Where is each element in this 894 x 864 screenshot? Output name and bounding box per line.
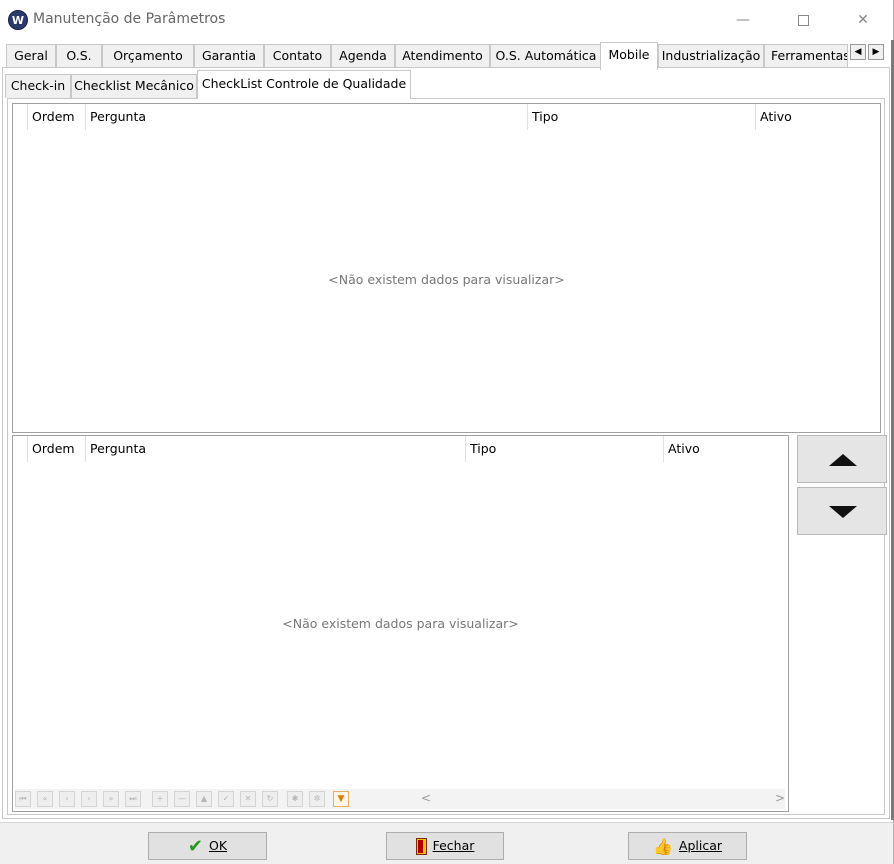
tab-os[interactable]: O.S. (56, 44, 102, 68)
main-tab-strip: Geral O.S. Orçamento Garantia Contato Ag… (2, 42, 890, 70)
tab-label: Geral (14, 48, 48, 63)
refresh-icon[interactable]: ↻ (262, 791, 278, 807)
insert-icon[interactable]: + (152, 791, 168, 807)
move-up-button[interactable] (797, 435, 887, 483)
tab-label: Orçamento (113, 48, 183, 63)
bookmark-icon[interactable]: ✱ (287, 791, 303, 807)
ok-button[interactable]: ✔ OK (148, 832, 267, 860)
triangle-up-icon (829, 454, 857, 466)
minimize-button[interactable]: — (720, 0, 766, 40)
minimize-icon: — (736, 12, 750, 28)
tab-atendimento[interactable]: Atendimento (395, 44, 490, 68)
tab-label: O.S. (66, 48, 92, 63)
title-bar: W Manutenção de Parâmetros — ✕ (0, 0, 893, 40)
subtab-label: Checklist Mecânico (74, 78, 194, 93)
tab-ferramentas[interactable]: Ferramentas (764, 44, 848, 68)
triangle-down-icon (829, 506, 857, 518)
close-label: Fechar (432, 838, 475, 853)
subtab-label: Check-in (10, 78, 66, 93)
apply-button[interactable]: 👍 Aplicar (628, 832, 747, 860)
next-icon[interactable]: › (81, 791, 97, 807)
scroll-left-icon[interactable]: < (421, 791, 431, 805)
tab-label: Agenda (339, 48, 387, 63)
delete-icon[interactable]: — (174, 791, 190, 807)
column-header-ativo[interactable]: Ativo (663, 436, 783, 462)
tab-label: Atendimento (402, 48, 483, 63)
dialog-button-bar: ✔ OK Fechar 👍 Aplicar (0, 822, 893, 864)
edit-icon[interactable]: ▲ (196, 791, 212, 807)
tab-garantia[interactable]: Garantia (194, 44, 264, 68)
subtab-checklist-mecanico[interactable]: Checklist Mecânico (71, 74, 197, 98)
tab-label: O.S. Automática (495, 48, 597, 63)
cancel-icon[interactable]: ✕ (240, 791, 256, 807)
next-page-icon[interactable]: » (103, 791, 119, 807)
filter-icon[interactable]: ▼ (333, 791, 349, 807)
checklist-qualidade-panel: Ordem Pergunta Tipo Ativo <Não existem d… (7, 98, 887, 815)
maximize-icon (797, 14, 809, 26)
vw-logo-icon: W (8, 10, 28, 30)
post-icon[interactable]: ✓ (218, 791, 234, 807)
subtab-label: CheckList Controle de Qualidade (201, 76, 407, 91)
ok-label: OK (209, 838, 228, 853)
subtab-check-in[interactable]: Check-in (5, 74, 71, 98)
check-icon: ✔ (187, 835, 204, 857)
apply-label: Aplicar (678, 838, 723, 853)
tab-geral[interactable]: Geral (6, 44, 56, 68)
last-icon[interactable]: ⏭ (125, 791, 141, 807)
close-icon: ✕ (857, 12, 869, 28)
thumbs-up-icon: 👍 (652, 836, 673, 856)
tab-scroll-left-icon[interactable]: ◀ (850, 44, 866, 60)
tab-orcamento[interactable]: Orçamento (102, 44, 194, 68)
tab-mobile[interactable]: Mobile (600, 42, 658, 70)
column-header-pergunta[interactable]: Pergunta (85, 104, 527, 130)
column-header-tipo[interactable]: Tipo (465, 436, 663, 462)
grid-header: Ordem Pergunta Tipo Ativo (13, 104, 880, 130)
column-header-pergunta[interactable]: Pergunta (85, 436, 465, 462)
tab-scroll-right-icon[interactable]: ▶ (868, 44, 884, 60)
grid-navigator: ⏮ « ‹ › » ⏭ + — ▲ ✓ ✕ ↻ ✱ ✲ ▼ < > (15, 789, 785, 809)
tab-industrializacao[interactable]: Industrialização (658, 44, 764, 68)
main-window: W Manutenção de Parâmetros — ✕ Geral O.S… (0, 0, 894, 864)
tab-label: Ferramentas (771, 48, 848, 63)
empty-data-message: <Não existem dados para visualizar> (328, 272, 565, 287)
column-header-ativo[interactable]: Ativo (755, 104, 875, 130)
prev-icon[interactable]: ‹ (59, 791, 75, 807)
subtab-checklist-controle-qualidade[interactable]: CheckList Controle de Qualidade (197, 70, 411, 99)
maximize-button[interactable] (780, 0, 826, 40)
scroll-right-icon[interactable]: > (775, 791, 785, 805)
tab-label: Industrialização (661, 48, 761, 63)
column-header-ordem[interactable]: Ordem (27, 104, 85, 130)
selected-questions-grid[interactable]: Ordem Pergunta Tipo Ativo <Não existem d… (12, 435, 789, 812)
tab-agenda[interactable]: Agenda (331, 44, 395, 68)
mobile-tab-panel: Check-in Checklist Mecânico CheckList Co… (2, 67, 890, 819)
grid-header: Ordem Pergunta Tipo Ativo (13, 436, 788, 462)
first-icon[interactable]: ⏮ (15, 791, 31, 807)
column-header-tipo[interactable]: Tipo (527, 104, 755, 130)
goto-bookmark-icon[interactable]: ✲ (309, 791, 325, 807)
tab-label: Contato (272, 48, 323, 63)
prev-page-icon[interactable]: « (37, 791, 53, 807)
tab-label: Mobile (608, 47, 650, 62)
move-down-button[interactable] (797, 487, 887, 535)
column-header-ordem[interactable]: Ordem (27, 436, 85, 462)
tab-label: Garantia (201, 48, 257, 63)
window-title: Manutenção de Parâmetros (33, 11, 226, 27)
tab-os-automatica[interactable]: O.S. Automática (490, 44, 602, 68)
available-questions-grid[interactable]: Ordem Pergunta Tipo Ativo <Não existem d… (12, 103, 881, 433)
exit-door-icon (415, 838, 427, 855)
close-button[interactable]: ✕ (840, 0, 886, 40)
empty-data-message: <Não existem dados para visualizar> (282, 616, 519, 631)
close-dialog-button[interactable]: Fechar (386, 832, 504, 860)
tab-contato[interactable]: Contato (264, 44, 331, 68)
